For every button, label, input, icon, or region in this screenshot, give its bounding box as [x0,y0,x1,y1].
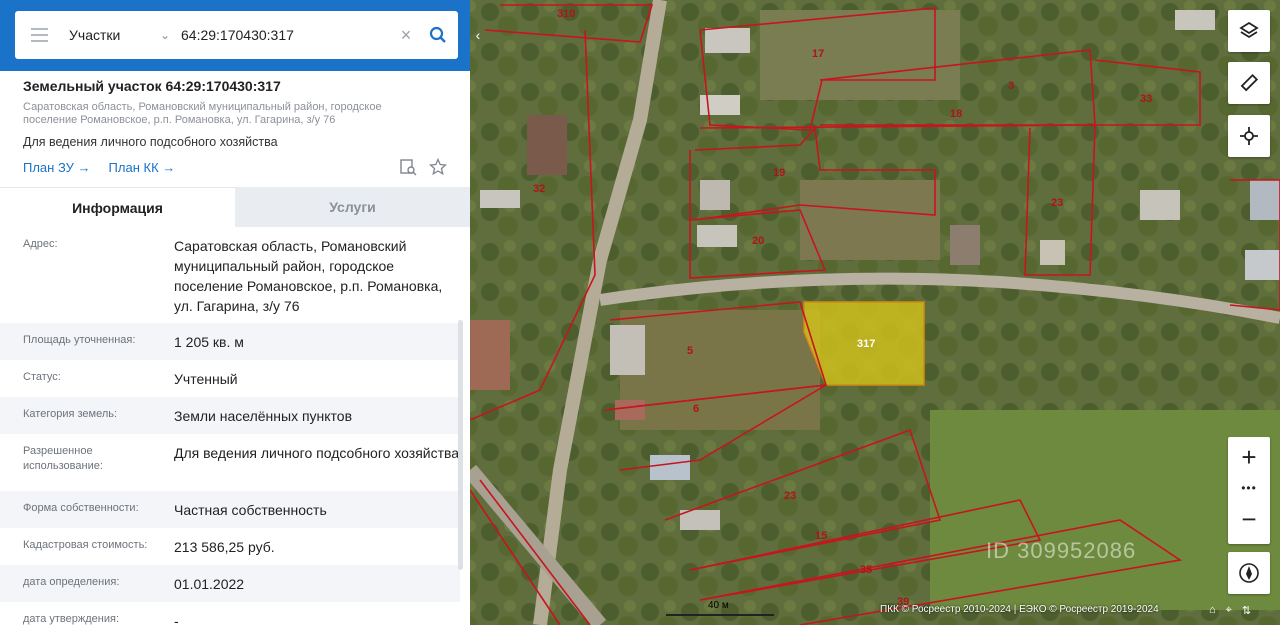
row-value: 213 586,25 руб. [174,539,275,555]
table-row: дата утверждения: - [0,602,460,625]
zoom-out-button[interactable]: − [1228,499,1270,539]
table-row: Статус: Учтенный [0,360,460,397]
scale-bar: 40 м [666,600,774,616]
parcel-label: 23 [784,490,796,502]
compass-button[interactable] [1228,552,1270,594]
locate-icon[interactable]: ⌖ [1226,604,1232,617]
more-icon[interactable]: ••• [1228,477,1270,499]
parcel-label-selected: 317 [857,338,875,350]
parcel-label: 5 [687,345,693,357]
parcel-label: 23 [1051,197,1063,209]
row-value: Частная собственность [174,502,327,518]
plan-zu-link[interactable]: План ЗУ → [23,160,91,175]
row-value: Саратовская область, Романовский муницип… [174,238,443,314]
panel-scrollbar[interactable] [458,320,463,570]
measure-button[interactable] [1228,62,1270,104]
table-row: Кадастровая стоимость: 213 586,25 руб. [0,528,460,565]
table-row: Адрес: Саратовская область, Романовский … [0,227,460,323]
parcel-use: Для ведения личного подсобного хозяйства [23,135,278,149]
search-type-select[interactable]: Участки [69,27,155,43]
plan-kk-link[interactable]: План КК → [109,160,176,175]
row-value: Для ведения личного подсобного хозяйства [174,445,460,461]
parcel-title: Земельный участок 64:29:170430:317 [23,78,281,94]
layers-button[interactable] [1228,10,1270,52]
search-header: Участки ⌄ 64:29:170430:317 × [0,0,470,71]
parcel-header: Земельный участок 64:29:170430:317 Сарат… [0,71,470,176]
map-attribution: ПКК © Росреестр 2010-2024 | ЕЭКО © Росре… [880,604,1159,615]
scale-label: 40 м [708,600,729,611]
row-key: дата утверждения: [23,613,120,625]
parcel-label: 6 [693,403,699,415]
tab-info[interactable]: Информация [0,187,235,227]
search-icon [429,26,446,43]
parcel-label: 33 [1140,93,1152,105]
parcel-label: 18 [950,108,962,120]
row-value: Учтенный [174,371,238,387]
parcel-address: Саратовская область, Романовский муницип… [23,101,382,126]
row-key: Площадь уточненная: [23,334,136,346]
location-button[interactable] [1228,115,1270,157]
plan-links: План ЗУ → План КК → [23,158,447,176]
table-row: дата определения: 01.01.2022 [0,565,460,602]
search-box: Участки ⌄ 64:29:170430:317 × [15,11,458,59]
layers-icon [1239,21,1259,39]
compass-icon [1239,563,1259,583]
row-value: - [174,613,179,625]
table-row: Разрешенное использование: Для ведения л… [0,434,460,491]
zoom-controls: + ••• − [1228,437,1270,544]
parcel-label: 15 [815,530,827,542]
parcel-label: 310 [557,8,575,20]
clear-icon[interactable]: × [395,25,417,46]
chevron-left-icon: ‹ [475,27,481,43]
parcel-label: 19 [773,167,785,179]
adjust-icon[interactable]: ⇅ [1242,604,1251,617]
row-key: дата определения: [23,576,120,588]
watermark-id: ID 309952086 [986,538,1137,563]
row-key: Кадастровая стоимость: [23,539,148,551]
info-panel: Участки ⌄ 64:29:170430:317 × Земельный у… [0,0,470,625]
row-key: Статус: [23,371,61,383]
menu-icon[interactable] [15,11,63,59]
row-value: Земли населённых пунктов [174,408,353,424]
document-search-icon[interactable] [399,158,417,176]
row-key: Форма собственности: [23,502,139,514]
parcel-label: 17 [812,48,824,60]
search-button[interactable] [423,26,453,44]
row-key: Категория земель: [23,408,118,420]
search-input[interactable]: 64:29:170430:317 [181,27,391,43]
zoom-in-button[interactable]: + [1228,437,1270,477]
table-row: Категория земель: Земли населённых пункт… [0,397,460,434]
crosshair-icon [1240,127,1258,145]
row-key: Адрес: [23,238,58,250]
tab-services[interactable]: Услуги [235,187,470,227]
info-table: Адрес: Саратовская область, Романовский … [0,227,460,625]
parcel-label: 35 [860,564,872,576]
table-row: Площадь уточненная: 1 205 кв. м [0,323,460,360]
row-key: Разрешенное использование: [23,445,103,472]
footer-icons: ⌂ ⌖ ⇅ [1209,604,1251,617]
collapse-panel-button[interactable]: ‹ [470,11,486,59]
row-value: 01.01.2022 [174,576,245,592]
chevron-down-icon[interactable]: ⌄ [155,28,175,42]
table-row: Форма собственности: Частная собственнос… [0,491,460,528]
row-value: 1 205 кв. м [174,334,244,350]
star-icon[interactable] [429,158,447,176]
parcel-label: 20 [752,235,764,247]
tab-bar: Информация Услуги [0,187,470,227]
parcel-label: 3 [1008,80,1014,92]
parcel-label: 32 [533,183,545,195]
ruler-icon [1240,73,1259,92]
home-icon[interactable]: ⌂ [1209,604,1216,617]
